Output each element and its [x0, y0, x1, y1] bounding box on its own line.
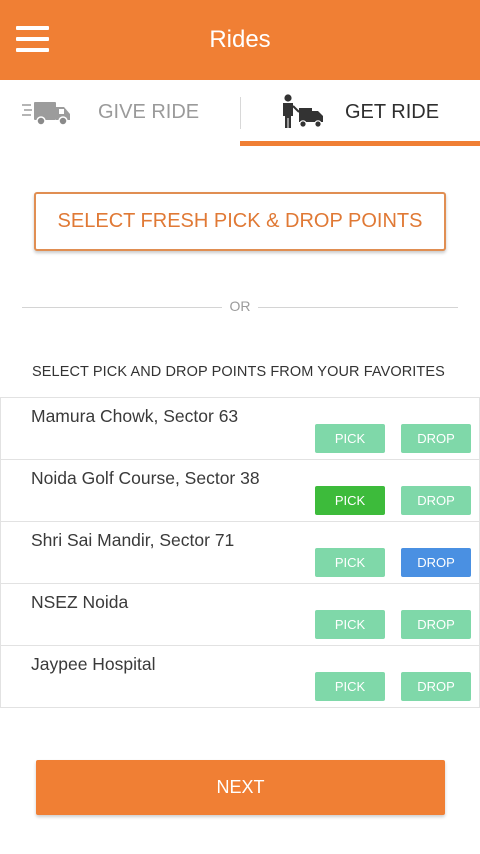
tab-get-ride[interactable]: GET RIDE	[240, 80, 480, 146]
pick-button[interactable]: PICK	[315, 610, 385, 639]
select-fresh-points-button[interactable]: SELECT FRESH PICK & DROP POINTS	[34, 192, 446, 251]
page-title: Rides	[209, 26, 271, 53]
drop-button[interactable]: DROP	[401, 424, 471, 453]
active-tab-indicator	[240, 141, 480, 146]
favorite-item: Shri Sai Mandir, Sector 71 PICK DROP	[0, 522, 480, 584]
or-separator: OR	[22, 296, 458, 318]
tab-give-ride-label: GIVE RIDE	[98, 101, 200, 123]
or-text: OR	[229, 298, 251, 314]
delivery-truck-icon	[22, 102, 70, 126]
pick-button[interactable]: PICK	[315, 486, 385, 515]
favorite-item: Jaypee Hospital PICK DROP	[0, 646, 480, 708]
favorite-name: Jaypee Hospital	[31, 654, 156, 674]
tab-give-ride[interactable]: GIVE RIDE	[0, 80, 240, 146]
pick-button[interactable]: PICK	[315, 672, 385, 701]
separator-line-left	[22, 307, 222, 308]
favorite-name: Shri Sai Mandir, Sector 71	[31, 530, 235, 550]
favorite-name: NSEZ Noida	[31, 592, 129, 612]
ride-tabs: GIVE RIDE GET RIDE	[0, 80, 480, 146]
drop-button[interactable]: DROP	[401, 486, 471, 515]
favorite-item: NSEZ Noida PICK DROP	[0, 584, 480, 646]
app-bar: Rides	[0, 0, 480, 80]
drop-button[interactable]: DROP	[401, 610, 471, 639]
tab-get-ride-label: GET RIDE	[345, 101, 440, 123]
favorites-list: Mamura Chowk, Sector 63 PICK DROP Noida …	[0, 397, 480, 708]
favorite-name: Noida Golf Course, Sector 38	[31, 468, 260, 488]
drop-button[interactable]: DROP	[401, 548, 471, 577]
favorite-item: Mamura Chowk, Sector 63 PICK DROP	[0, 398, 480, 460]
favorite-name: Mamura Chowk, Sector 63	[31, 406, 239, 426]
drop-button[interactable]: DROP	[401, 672, 471, 701]
favorites-heading: SELECT PICK AND DROP POINTS FROM YOUR FA…	[32, 364, 445, 380]
next-button[interactable]: NEXT	[36, 760, 445, 815]
separator-line-right	[258, 307, 458, 308]
pick-button[interactable]: PICK	[315, 424, 385, 453]
person-with-truck-icon	[283, 94, 323, 128]
pick-button[interactable]: PICK	[315, 548, 385, 577]
favorite-item: Noida Golf Course, Sector 38 PICK DROP	[0, 460, 480, 522]
